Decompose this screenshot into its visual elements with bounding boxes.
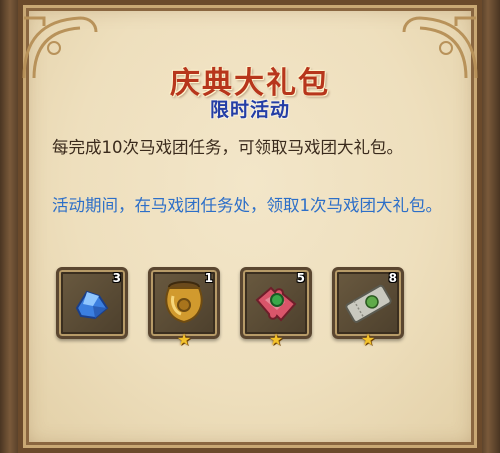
golden-pot-icon — [159, 278, 209, 328]
reward-slot-ticket[interactable]: 8 ★ — [332, 267, 404, 349]
panel-subtitle: 限时活动 — [209, 99, 290, 121]
reward-slot-puzzle[interactable]: 5 ★ — [240, 267, 312, 349]
star-icon: ★ — [268, 330, 284, 349]
ticket-icon — [343, 278, 393, 328]
reward-slot-pot[interactable]: 1 ★ — [148, 267, 220, 349]
jigsaw-puzzle-icon — [251, 278, 301, 328]
blue-crystal-icon — [67, 278, 117, 328]
reward-count: 1 — [204, 271, 213, 285]
reward-slot-crystal[interactable]: 3 — [56, 267, 128, 339]
star-icon: ★ — [360, 330, 376, 349]
reward-count: 3 — [112, 271, 121, 285]
event-description: 每完成10次马戏团任务，可领取马戏团大礼包。 — [52, 138, 403, 157]
reward-count: 5 — [296, 271, 305, 285]
event-note: 活动期间，在马戏团任务处，领取1次马戏团大礼包。 — [52, 196, 442, 215]
star-icon: ★ — [176, 330, 192, 349]
reward-count: 8 — [388, 271, 397, 285]
